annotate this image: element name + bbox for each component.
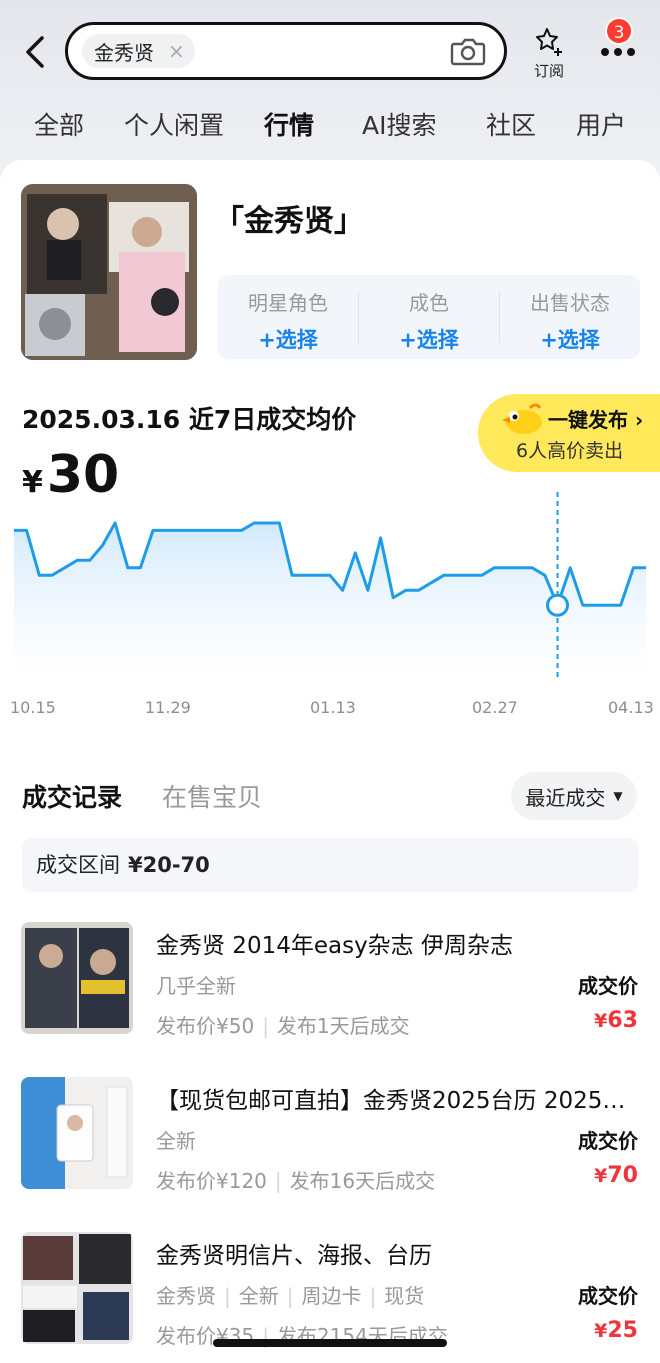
search-chip[interactable]: 金秀贤 ×: [82, 34, 195, 68]
one-click-publish-button[interactable]: 一键发布 › 6人高价卖出: [478, 394, 660, 472]
back-button[interactable]: [18, 32, 52, 72]
list-item[interactable]: 金秀贤 2014年easy杂志 伊周杂志 几乎全新 发布价¥50 | 发布1天后成交…: [0, 922, 660, 1042]
range-value: ¥20-70: [128, 853, 210, 877]
item-title: 金秀贤明信片、海报、台历: [156, 1243, 432, 1269]
item-thumbnail: [21, 922, 133, 1034]
deal-price: ¥63: [594, 1008, 638, 1033]
item-thumbnail: [21, 1232, 133, 1344]
filter-label: 成色: [409, 291, 449, 315]
item-tags: 金秀贤 | 全新 | 周边卡 | 现货: [156, 1284, 425, 1308]
x-tick-label: 01.13: [310, 698, 356, 717]
price-date-label: 2025.03.16 近7日成交均价: [22, 405, 357, 434]
list-item[interactable]: 【现货包邮可直拍】金秀贤2025台历 2025… 全新 发布价¥120 | 发布16…: [0, 1077, 660, 1197]
item-sold-after: 发布1天后成交: [276, 1014, 410, 1038]
currency-symbol: ¥: [594, 1010, 608, 1032]
tab-on-sale[interactable]: 在售宝贝: [162, 778, 262, 814]
deal-price-value: 25: [607, 1318, 638, 1343]
camera-icon[interactable]: [450, 36, 486, 66]
range-label: 成交区间: [36, 853, 120, 877]
deal-price-label: 成交价: [578, 974, 638, 998]
x-tick-label: 04.13: [608, 698, 654, 717]
search-chip-label: 金秀贤: [94, 40, 154, 65]
star-plus-icon: [536, 28, 562, 56]
publish-title-text: 一键发布: [548, 408, 628, 432]
deal-price-value: 70: [607, 1163, 638, 1188]
tab-ai-search[interactable]: AI搜索: [362, 106, 436, 142]
item-meta: 发布价¥50 | 发布1天后成交: [156, 1014, 410, 1038]
category-tabs: 全部 个人闲置 行情 AI搜索 社区 用户: [0, 106, 660, 152]
search-input[interactable]: 金秀贤 ×: [65, 22, 507, 80]
currency-symbol: ¥: [594, 1320, 608, 1342]
header: 金秀贤 × 订阅 3: [0, 0, 660, 100]
deal-price-value: 63: [607, 1008, 638, 1033]
item-tag: 全新: [238, 1284, 279, 1308]
item-condition: 几乎全新: [156, 974, 236, 998]
tab-market[interactable]: 行情: [264, 106, 315, 142]
close-icon[interactable]: ×: [168, 39, 185, 63]
x-tick-label: 02.27: [472, 698, 518, 717]
tab-deal-records[interactable]: 成交记录: [22, 778, 123, 814]
item-list-price: 发布价¥50: [156, 1014, 255, 1038]
deal-price-label: 成交价: [578, 1129, 638, 1153]
deal-price-label: 成交价: [578, 1284, 638, 1308]
filter-label: 明星角色: [248, 291, 328, 315]
deal-range-bar: 成交区间 ¥20-70: [22, 838, 638, 892]
filter-label: 出售状态: [530, 291, 610, 315]
chevron-right-icon: ›: [634, 408, 644, 432]
x-tick-label: 10.15: [10, 698, 56, 717]
currency-symbol: ¥: [594, 1165, 608, 1187]
item-tag: 现货: [384, 1284, 425, 1308]
sort-dropdown[interactable]: 最近成交 ▼: [511, 772, 637, 820]
item-tag: 金秀贤: [156, 1284, 216, 1308]
filter-condition[interactable]: 成色 +选择: [359, 287, 499, 354]
caret-down-icon: ▼: [613, 789, 623, 803]
filter-star-role[interactable]: 明星角色 +选择: [218, 287, 358, 354]
chart-cursor-point[interactable]: [546, 593, 570, 617]
price-trend-chart[interactable]: [0, 490, 660, 730]
deal-price: ¥70: [594, 1163, 638, 1188]
filter-select[interactable]: +选择: [500, 324, 640, 354]
home-indicator: [213, 1339, 447, 1347]
product-image: [21, 184, 197, 360]
filter-sale-status[interactable]: 出售状态 +选择: [500, 287, 640, 354]
tab-personal-idle[interactable]: 个人闲置: [124, 106, 224, 142]
filter-select[interactable]: +选择: [218, 324, 358, 354]
sort-label: 最近成交: [525, 785, 606, 810]
item-thumbnail: [21, 1077, 133, 1189]
subscribe-label: 订阅: [533, 62, 564, 80]
duck-mascot-icon: [502, 403, 542, 434]
filter-panel: 明星角色 +选择 成色 +选择 出售状态 +选择: [218, 275, 640, 359]
publish-title: 一键发布 ›: [548, 404, 643, 433]
tab-all[interactable]: 全部: [34, 106, 84, 142]
tab-community[interactable]: 社区: [486, 106, 536, 142]
item-list-price: 发布价¥120: [156, 1169, 267, 1193]
x-tick-label: 11.29: [145, 698, 191, 717]
tab-users[interactable]: 用户: [576, 106, 626, 142]
item-sold-after: 发布16天后成交: [289, 1169, 436, 1193]
subscribe-button[interactable]: 订阅: [528, 26, 570, 80]
deal-price: ¥25: [594, 1318, 638, 1343]
item-meta: 发布价¥120 | 发布16天后成交: [156, 1169, 436, 1193]
market-card: 「金秀贤」 明星角色 +选择 成色 +选择 出售状态 +选择 2025.03.1…: [0, 160, 660, 1363]
publish-subtitle: 6人高价卖出: [516, 440, 624, 462]
item-tag: 周边卡: [301, 1284, 362, 1308]
item-condition: 全新: [156, 1129, 196, 1153]
list-item[interactable]: 金秀贤明信片、海报、台历 金秀贤 | 全新 | 周边卡 | 现货 发布价¥35 | 发布2154…: [0, 1232, 660, 1352]
product-title: 「金秀贤」: [214, 204, 364, 239]
more-icon: [598, 48, 638, 56]
notification-badge: 3: [605, 17, 633, 45]
back-arrow-icon: [26, 36, 44, 68]
item-title: 金秀贤 2014年easy杂志 伊周杂志: [156, 933, 513, 959]
item-title: 【现货包邮可直拍】金秀贤2025台历 2025…: [156, 1088, 626, 1114]
filter-select[interactable]: +选择: [359, 324, 499, 354]
